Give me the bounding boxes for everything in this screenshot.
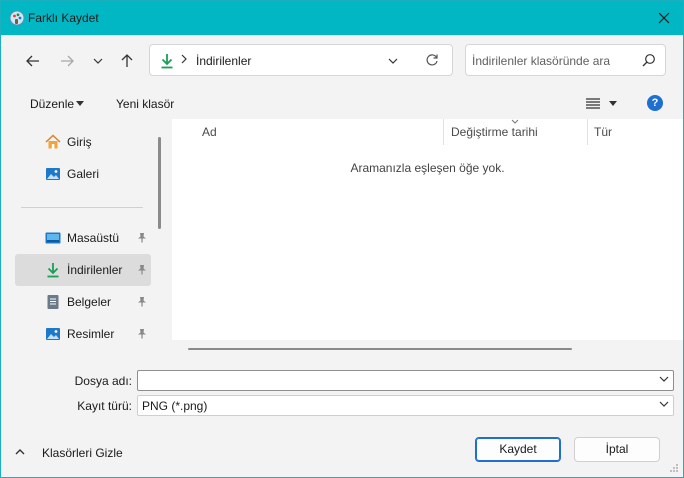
resize-grip-icon[interactable] — [669, 463, 679, 473]
gallery-icon — [46, 168, 60, 180]
sidebar-item-label: Belgeler — [67, 295, 112, 309]
sidebar-item-pictures[interactable]: Resimler — [15, 318, 151, 350]
sidebar-item-label: Masaüstü — [67, 231, 120, 245]
pin-icon[interactable] — [137, 296, 147, 307]
search-icon[interactable] — [642, 53, 656, 67]
cancel-button[interactable]: İptal — [574, 437, 660, 462]
sort-chevron-icon — [511, 119, 519, 124]
column-header-type[interactable]: Tür — [594, 125, 612, 139]
sidebar-item-gallery[interactable]: Galeri — [15, 158, 151, 190]
close-icon — [658, 12, 670, 24]
filename-label: Dosya adı: — [74, 374, 132, 388]
refresh-icon[interactable] — [425, 53, 439, 67]
column-separator[interactable] — [587, 119, 588, 145]
pin-icon[interactable] — [137, 232, 147, 243]
organize-button[interactable]: Düzenle — [30, 97, 74, 111]
filetype-label: Kayıt türü: — [77, 399, 132, 413]
chevron-down-icon — [93, 58, 103, 64]
save-as-dialog: Farklı Kaydet İndirilenler İndirilenler … — [0, 0, 684, 478]
empty-results-message: Aramanızla eşleşen öğe yok. — [350, 161, 505, 175]
desktop-icon — [45, 232, 61, 244]
sidebar-item-documents[interactable]: Belgeler — [15, 286, 151, 318]
caret-down-icon[interactable] — [609, 101, 617, 106]
close-button[interactable] — [647, 4, 681, 32]
sidebar-item-downloads[interactable]: İndirilenler — [15, 254, 151, 286]
home-icon — [45, 134, 61, 149]
hide-folders-label[interactable]: Klasörleri Gizle — [42, 446, 123, 460]
up-button[interactable] — [113, 49, 141, 73]
sidebar-item-label: Resimler — [67, 327, 115, 341]
back-button[interactable] — [19, 49, 47, 73]
forward-button[interactable] — [53, 49, 81, 73]
download-icon — [47, 263, 59, 278]
new-folder-button[interactable]: Yeni klasör — [116, 97, 174, 111]
pictures-icon — [46, 328, 60, 340]
navigation-pane: Giriş Galeri Masaüstü İndirilenler Belge… — [1, 119, 164, 357]
sidebar-divider — [21, 207, 143, 208]
chevron-down-icon[interactable] — [659, 401, 669, 407]
title-bar: Farklı Kaydet — [1, 1, 683, 35]
chevron-down-icon[interactable] — [659, 376, 669, 382]
recent-locations-button[interactable] — [84, 49, 112, 73]
download-icon — [161, 54, 173, 69]
search-placeholder[interactable]: İndirilenler klasöründe ara — [472, 54, 610, 68]
file-list: Ad Değiştirme tarihi Tür Aramanızla eşle… — [172, 119, 683, 357]
window-title: Farklı Kaydet — [28, 11, 99, 25]
scrollbar-thumb[interactable] — [188, 348, 572, 350]
filename-field[interactable] — [137, 370, 674, 391]
chevron-right-icon — [181, 54, 187, 64]
chevron-up-icon — [15, 449, 25, 455]
sidebar-item-label: Giriş — [67, 135, 92, 149]
documents-icon — [47, 295, 59, 309]
save-button[interactable]: Kaydet — [475, 437, 561, 462]
horizontal-scrollbar[interactable] — [172, 340, 683, 357]
command-bar: Düzenle Yeni klasör ? — [1, 87, 683, 119]
navigation-bar: İndirilenler İndirilenler klasöründe ara — [1, 35, 683, 87]
sidebar-item-label: Galeri — [67, 167, 100, 181]
arrow-up-icon — [121, 54, 133, 67]
filetype-value[interactable]: PNG (*.png) — [142, 399, 207, 413]
column-header-name[interactable]: Ad — [202, 125, 217, 139]
filetype-select[interactable]: PNG (*.png) — [137, 395, 674, 416]
help-button[interactable]: ? — [647, 95, 663, 111]
paint-app-icon — [9, 10, 25, 26]
chevron-down-icon[interactable] — [388, 58, 398, 64]
sidebar-scrollbar[interactable] — [158, 137, 161, 229]
view-list-icon[interactable] — [586, 98, 600, 109]
search-box[interactable]: İndirilenler klasöründe ara — [465, 44, 666, 76]
pin-icon[interactable] — [137, 264, 147, 275]
sidebar-item-home[interactable]: Giriş — [15, 126, 151, 158]
caret-down-icon[interactable] — [76, 101, 84, 106]
pin-icon[interactable] — [137, 328, 147, 339]
sidebar-item-desktop[interactable]: Masaüstü — [15, 222, 151, 254]
address-bar[interactable]: İndirilenler — [149, 44, 453, 76]
sidebar-item-label: İndirilenler — [67, 263, 123, 277]
arrow-right-icon — [61, 55, 74, 67]
arrow-left-icon — [26, 55, 39, 67]
column-header-date-modified[interactable]: Değiştirme tarihi — [451, 125, 538, 139]
column-separator[interactable] — [443, 119, 444, 145]
address-path[interactable]: İndirilenler — [196, 54, 251, 68]
